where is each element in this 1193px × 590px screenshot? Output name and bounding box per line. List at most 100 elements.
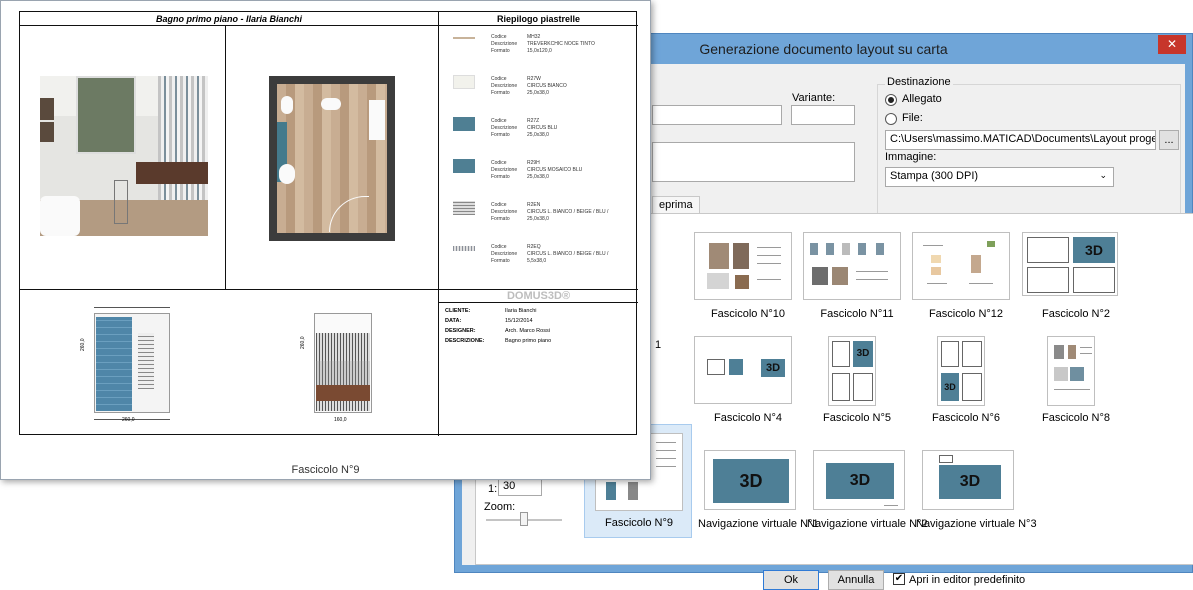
tile-swatch — [453, 246, 475, 251]
zoom-slider-thumb[interactable] — [520, 512, 528, 526]
tile-row: Codice R2EQ Descrizione CIRCUS L. BIANCO… — [439, 237, 639, 275]
tile-row: Codice R27W Descrizione CIRCUS BIANCO Fo… — [439, 69, 639, 107]
open-editor-checkbox[interactable]: ✔ — [893, 573, 905, 585]
thumbnail-3d-label: 3D — [1073, 237, 1115, 263]
tile-description-label: Descrizione — [491, 41, 518, 47]
thumbnail-image — [694, 232, 792, 300]
close-button[interactable]: ✕ — [1158, 35, 1186, 54]
scale-field[interactable]: 30 — [498, 478, 542, 496]
thumbnail-3d-label: 3D — [941, 373, 959, 401]
ok-button[interactable]: Ok — [763, 570, 819, 590]
tile-format-label: Formato — [491, 258, 510, 264]
cancel-button[interactable]: Annulla — [828, 570, 884, 590]
thumbnail-caption: Fascicolo N°11 — [820, 308, 894, 320]
thumbnail-fascicolo-12[interactable]: Fascicolo N°12 — [912, 232, 1022, 322]
page-preview-window: Bagno primo piano - Ilaria Bianchi Riepi… — [0, 0, 651, 480]
thumbnail-fascicolo-2[interactable]: 3D Fascicolo N°2 — [1022, 232, 1132, 322]
tile-code: R2EN — [527, 202, 541, 208]
left-elevation-drawing: 260,0 260,0 — [80, 303, 180, 423]
thumbnail-3d-label: 3D — [853, 341, 873, 367]
tile-description: CIRCUS L. BIANCO / BEIGE / BLU / — [527, 209, 609, 215]
thumbnail-caption: Navigazione virtuale N°2 — [807, 518, 928, 530]
thumbnail-fascicolo-6[interactable]: 3D Fascicolo N°6 — [912, 336, 1022, 426]
tile-code-label: Codice — [491, 118, 507, 124]
tile-description: CIRCUS MOSAICO BLU — [527, 167, 583, 173]
tile-format: 25,0x38,0 — [527, 174, 549, 180]
variant-field[interactable] — [791, 105, 855, 125]
tile-description: CIRCUS BIANCO — [527, 83, 567, 89]
thumbnail-caption: Fascicolo N°12 — [928, 308, 1004, 320]
tile-code-label: Codice — [491, 76, 507, 82]
tile-summary-list: Codice MH32 Descrizione TREVERKCHIC NOCE… — [439, 27, 638, 289]
project-info-block: DOMUS3D® CLIENTE: Ilaria Bianchi DATA: 1… — [439, 290, 638, 436]
thumbnail-image: 3D — [828, 336, 876, 406]
thumbnail-navigazione-1[interactable]: 3D Navigazione virtuale N°1 — [698, 450, 819, 540]
tile-format: 15,0x120,0 — [527, 48, 552, 54]
description-field[interactable] — [652, 142, 855, 182]
thumbnail-fascicolo-5[interactable]: 3D Fascicolo N°5 — [803, 336, 913, 426]
tile-swatch — [453, 37, 475, 39]
info-key: DESIGNER: — [445, 328, 476, 334]
file-path-field[interactable]: C:\Users\massimo.MATICAD\Documents\Layou… — [885, 130, 1156, 150]
left-height-dimension: 260,0 — [80, 338, 86, 351]
info-value: Ilaria Bianchi — [505, 308, 537, 314]
tile-code: R2EQ — [527, 244, 541, 250]
tile-swatch — [453, 117, 475, 131]
image-label: Immagine: — [885, 151, 937, 163]
name-field[interactable] — [652, 105, 782, 125]
chevron-down-icon: ⌄ — [1099, 170, 1107, 180]
attached-radio[interactable] — [885, 94, 897, 106]
tile-format: 25,0x38,0 — [527, 216, 549, 222]
thumbnail-caption: Fascicolo N°6 — [932, 412, 1000, 424]
tile-row: Codice R29H Descrizione CIRCUS MOSAICO B… — [439, 153, 639, 191]
open-editor-label: Apri in editor predefinito — [909, 574, 1026, 586]
thumbnail-caption: Navigazione virtuale N°1 — [698, 518, 819, 530]
tile-format-label: Formato — [491, 90, 510, 96]
tile-format-label: Formato — [491, 48, 510, 54]
right-header: Riepilogo piastrelle — [496, 14, 581, 24]
thumbnail-caption: Fascicolo N°2 — [1042, 308, 1110, 320]
tab-preview[interactable]: eprima — [652, 196, 700, 213]
thumbnail-image — [912, 232, 1010, 300]
info-key: DATA: — [445, 318, 462, 324]
zoom-label: Zoom: — [484, 501, 516, 513]
thumbnail-image: 3D — [1022, 232, 1118, 296]
thumbnail-navigazione-3[interactable]: 3D Navigazione virtuale N°3 — [916, 450, 1037, 540]
thumbnail-fascicolo-11[interactable]: Fascicolo N°11 — [803, 232, 913, 322]
tile-swatch — [453, 75, 475, 89]
tile-code-label: Codice — [491, 34, 507, 40]
info-value: Arch. Marco Rossi — [505, 328, 550, 334]
tile-code-label: Codice — [491, 160, 507, 166]
thumbnail-caption: Fascicolo N°10 — [710, 308, 786, 320]
thumbnail-image: 3D — [922, 450, 1014, 510]
tile-code-label: Codice — [491, 244, 507, 250]
thumbnail-caption: Fascicolo N°9 — [605, 517, 673, 529]
thumbnail-3d-label: 3D — [713, 459, 789, 503]
browse-button[interactable]: ... — [1159, 130, 1179, 150]
info-value: Bagno primo piano — [505, 338, 552, 344]
scale-prefix: 1: — [488, 483, 498, 495]
thumbnail-fascicolo-8[interactable]: Fascicolo N°8 — [1022, 336, 1132, 426]
layout-page: Bagno primo piano - Ilaria Bianchi Riepi… — [19, 11, 638, 436]
preview-caption: Fascicolo N°9 — [291, 464, 360, 476]
tile-format-label: Formato — [491, 174, 510, 180]
tile-description: CIRCUS L. BIANCO / BEIGE / BLU / — [527, 251, 609, 257]
thumbnail-3d-label: 3D — [826, 463, 894, 499]
info-key: CLIENTE: — [445, 308, 471, 314]
thumbnail-fascicolo-4[interactable]: 3D Fascicolo N°4 — [694, 336, 804, 426]
thumbnail-navigazione-2[interactable]: 3D Navigazione virtuale N°2 — [807, 450, 928, 540]
tile-swatch — [453, 159, 475, 173]
attached-label: Allegato — [902, 93, 942, 105]
thumbnail-caption: 1 — [655, 339, 662, 351]
tile-row: Codice MH32 Descrizione TREVERKCHIC NOCE… — [439, 27, 639, 65]
tile-code: R29H — [527, 160, 540, 166]
tile-description-label: Descrizione — [491, 83, 518, 89]
thumbnail-caption: Navigazione virtuale N°3 — [916, 518, 1037, 530]
thumbnail-fascicolo-10[interactable]: Fascicolo N°10 — [694, 232, 804, 322]
file-radio[interactable] — [885, 113, 897, 125]
thumbnail-3d-label: 3D — [939, 465, 1001, 499]
tile-description-label: Descrizione — [491, 251, 518, 257]
image-quality-select[interactable]: Stampa (300 DPI) ⌄ — [885, 167, 1114, 187]
tile-code: R27W — [527, 76, 541, 82]
thumbnail-image: 3D — [704, 450, 796, 510]
